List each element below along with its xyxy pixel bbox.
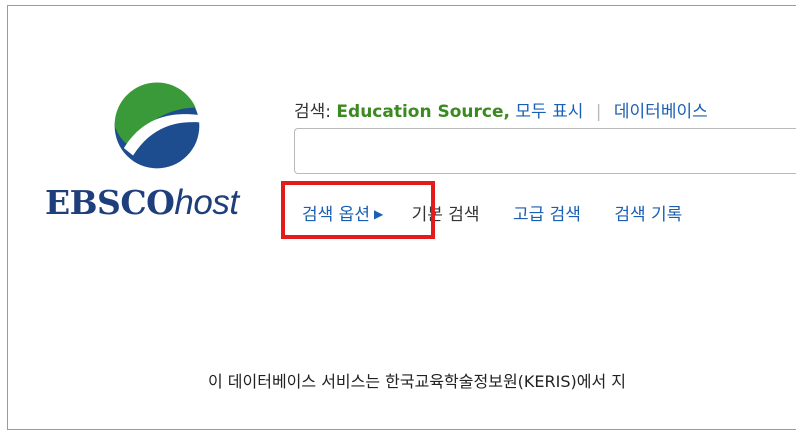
- selected-database: Education Source,: [336, 102, 510, 122]
- choose-databases-link[interactable]: 데이터베이스: [614, 102, 708, 122]
- logo-suffix: host: [174, 183, 239, 222]
- search-history-link[interactable]: 검색 기록: [614, 200, 682, 225]
- footer-notice: 이 데이터베이스 서비스는 한국교육학술정보원(KERIS)에서 지: [208, 372, 626, 391]
- search-label: 검색:: [294, 102, 332, 122]
- separator: |: [595, 102, 602, 122]
- ebsco-logo-icon: [114, 82, 200, 169]
- advanced-search-link[interactable]: 고급 검색: [513, 200, 581, 225]
- search-database-line: 검색: Education Source, 모두 표시 | 데이터베이스: [294, 97, 708, 122]
- search-input[interactable]: [294, 128, 796, 174]
- show-all-link[interactable]: 모두 표시: [515, 102, 583, 122]
- highlight-box: [281, 181, 435, 239]
- ebscohost-logo: EBSCOhost: [45, 183, 239, 223]
- logo-brand: EBSCO: [45, 183, 175, 222]
